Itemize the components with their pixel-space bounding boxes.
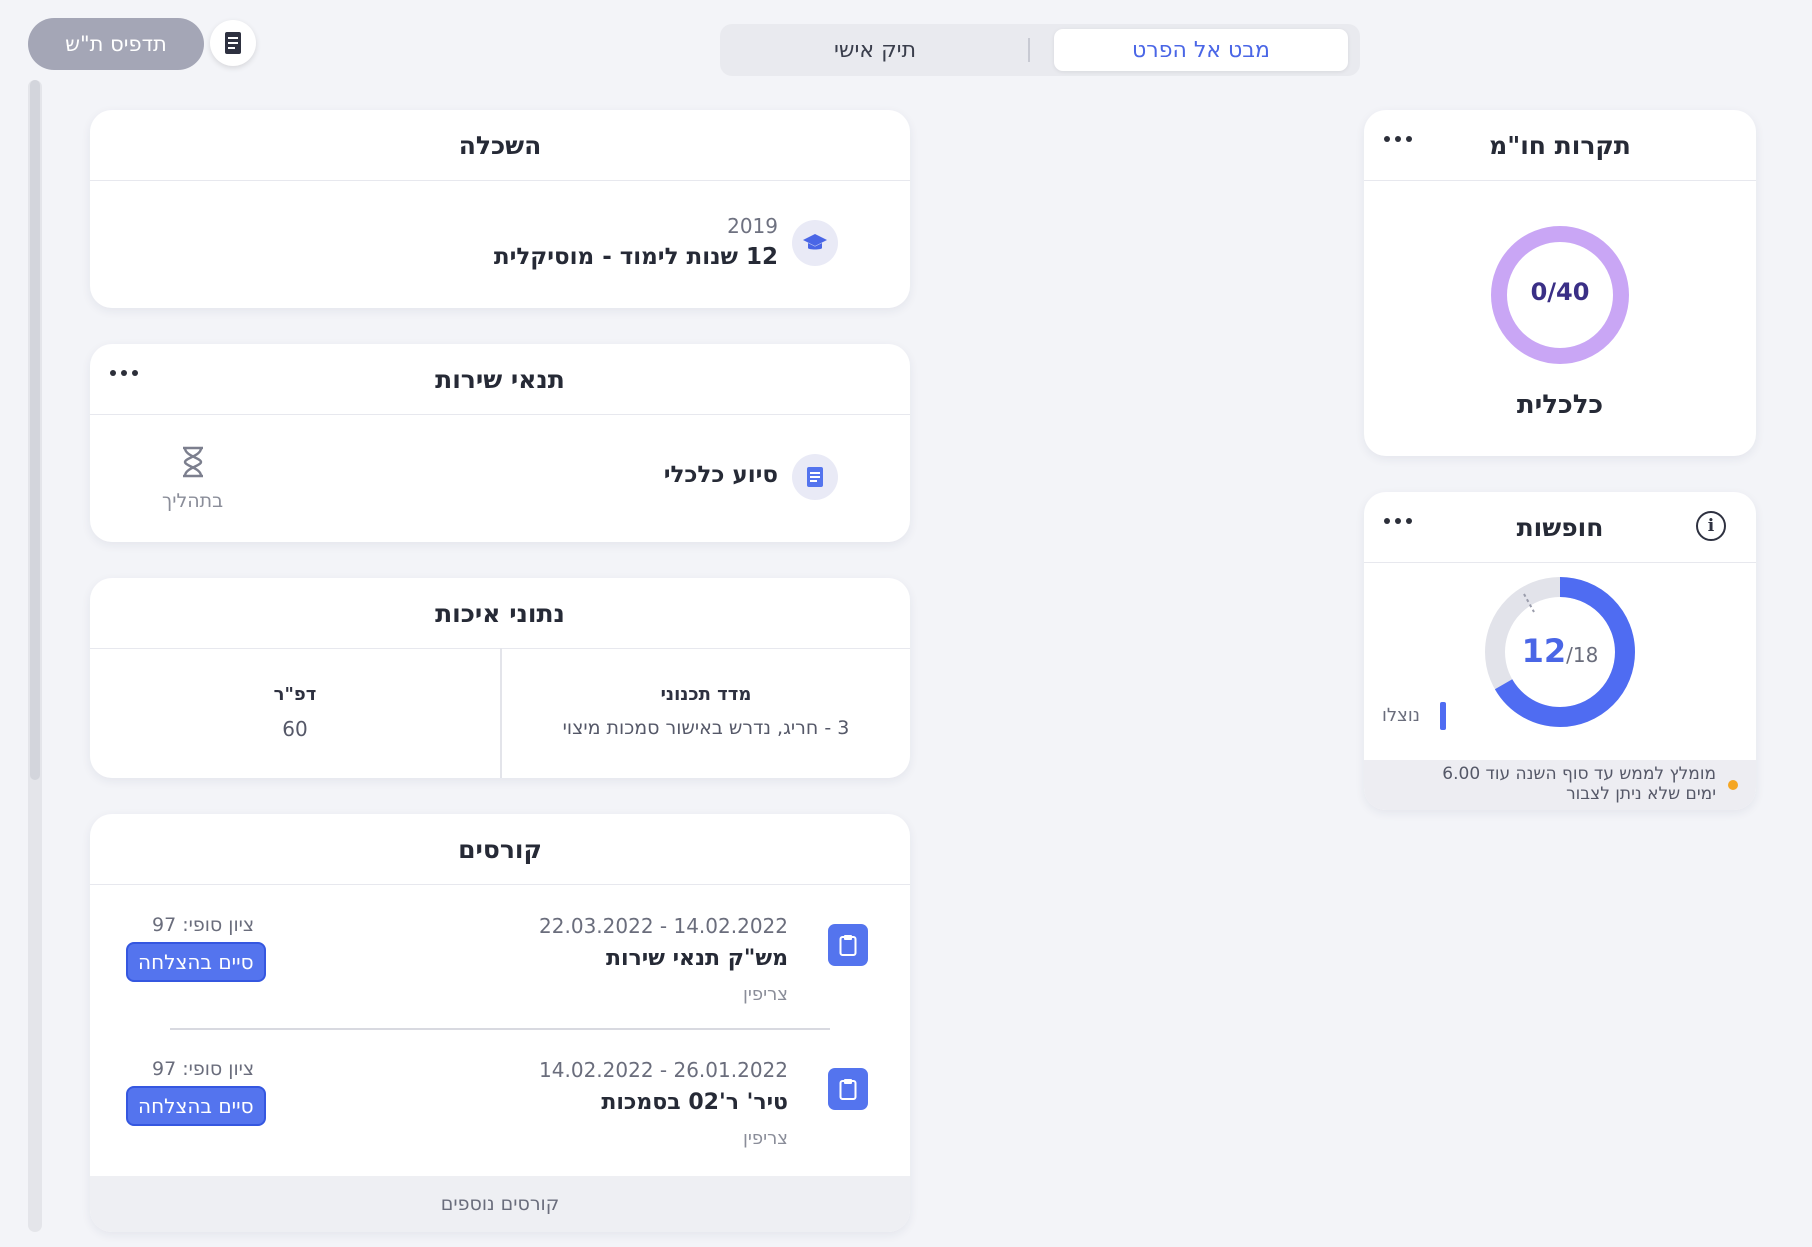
- courses-header: קורסים: [90, 814, 910, 885]
- vacation-legend-label: נוצלו: [1382, 705, 1420, 726]
- quota-label: כלכלית: [1516, 390, 1604, 420]
- graduation-cap-icon: [803, 234, 827, 250]
- more-courses-label: קורסים נוספים: [440, 1193, 560, 1215]
- service-conditions-card: תנאי שירות סיוע כלכלי בתהליך: [90, 344, 910, 542]
- quality-data-title: נתוני איכות: [435, 598, 565, 628]
- course-grade: ציון סופי: 97: [152, 1058, 255, 1080]
- quota-value: 0/40: [1530, 278, 1590, 306]
- clipboard-icon: [839, 935, 857, 956]
- vacations-card: חופשות i 12/18 נוצלו מומלץ לממש עד סוף ה…: [1364, 492, 1756, 810]
- course-dates: 26.01.2022 - 14.02.2022: [539, 1058, 788, 1082]
- vacation-footnote-line1: מומלץ לממש עד סוף השנה עוד 6.00: [1442, 764, 1716, 784]
- education-title: השכלה: [458, 130, 542, 160]
- courses-card: קורסים 14.02.2022 - 22.03.2022 מש"ק תנאי…: [90, 814, 910, 1232]
- service-conditions-title: תנאי שירות: [435, 364, 565, 394]
- courses-title: קורסים: [458, 834, 542, 864]
- quality-data-header: נתוני איכות: [90, 578, 910, 649]
- more-options-button[interactable]: [1384, 136, 1412, 142]
- document-icon-button[interactable]: [210, 20, 256, 66]
- course-name: טיר' ר'02 בסמכות: [601, 1090, 788, 1115]
- course-grade: ציון סופי: 97: [152, 914, 255, 936]
- planning-index-value: 3 - חריג, נדרש באישור סמכות מיצוי: [562, 717, 850, 739]
- vacation-used-value: 12: [1521, 632, 1567, 670]
- warning-dot-icon: [1728, 780, 1738, 790]
- education-card-header: השכלה: [90, 110, 910, 181]
- course-location: צריפין: [742, 984, 788, 1005]
- education-year: 2019: [727, 214, 778, 238]
- dapar-label: דפ"ר: [273, 684, 317, 705]
- more-options-button[interactable]: [110, 370, 138, 376]
- service-item-label: סיוע כלכלי: [663, 462, 778, 488]
- more-courses-button[interactable]: קורסים נוספים: [90, 1176, 910, 1232]
- course-item[interactable]: 26.01.2022 - 14.02.2022 טיר' ר'02 בסמכות…: [90, 1030, 910, 1170]
- vacation-legend-bar: [1440, 702, 1446, 730]
- course-item[interactable]: 14.02.2022 - 22.03.2022 מש"ק תנאי שירות …: [90, 884, 910, 1024]
- view-tabs: תיק אישי מבט אל הפרט: [720, 24, 1360, 76]
- quality-column-planning: מדד תכנוני 3 - חריג, נדרש באישור סמכות מ…: [502, 684, 910, 739]
- document-icon: [807, 467, 823, 487]
- vacation-footnote: מומלץ לממש עד סוף השנה עוד 6.00 ימים שלא…: [1364, 760, 1756, 810]
- tab-individual-view[interactable]: מבט אל הפרט: [1054, 29, 1348, 71]
- quotas-title: תקרות חו"מ: [1489, 130, 1631, 160]
- vacations-title: חופשות: [1516, 512, 1604, 542]
- service-status-label: בתהליך: [162, 490, 224, 512]
- tab-divider: [1028, 38, 1030, 62]
- quotas-header: תקרות חו"מ: [1364, 110, 1756, 181]
- vacations-header: חופשות i: [1364, 492, 1756, 563]
- scrollbar-thumb[interactable]: [30, 80, 40, 780]
- tab-individual-view-label: מבט אל הפרט: [1132, 37, 1270, 63]
- course-location: צריפין: [742, 1128, 788, 1149]
- clipboard-icon-wrap: [828, 1068, 868, 1110]
- course-dates: 14.02.2022 - 22.03.2022: [539, 914, 788, 938]
- vacation-total-value: /18: [1566, 643, 1599, 667]
- info-icon: i: [1707, 516, 1715, 536]
- planning-index-label: מדד תכנוני: [660, 684, 752, 705]
- quality-column-dapar: דפ"ר 60: [90, 684, 500, 741]
- print-report-button[interactable]: תדפיס ת"ש: [28, 18, 204, 70]
- service-conditions-header: תנאי שירות: [90, 344, 910, 415]
- education-icon-wrap: [792, 220, 838, 266]
- education-card: השכלה 2019 12 שנות לימוד - מוסיקלית: [90, 110, 910, 308]
- quotas-card: תקרות חו"מ 0/40 כלכלית: [1364, 110, 1756, 456]
- tab-personal-file[interactable]: תיק אישי: [720, 24, 1030, 76]
- scrollbar-track[interactable]: [28, 80, 42, 1232]
- vacation-value: 12/18: [1480, 632, 1640, 670]
- tab-personal-file-label: תיק אישי: [833, 37, 917, 63]
- document-icon: [225, 32, 241, 54]
- course-status-badge: סיים בהצלחה: [126, 1086, 266, 1126]
- clipboard-icon: [839, 1079, 857, 1100]
- clipboard-icon-wrap: [828, 924, 868, 966]
- service-item-icon-wrap: [792, 454, 838, 500]
- quality-data-card: נתוני איכות מדד תכנוני 3 - חריג, נדרש בא…: [90, 578, 910, 778]
- hourglass-icon: [183, 446, 203, 478]
- info-icon-button[interactable]: i: [1696, 511, 1726, 541]
- print-report-label: תדפיס ת"ש: [65, 32, 167, 56]
- course-status-badge: סיים בהצלחה: [126, 942, 266, 982]
- vacation-footnote-line2: ימים שלא ניתן לצבור: [1566, 784, 1716, 804]
- dapar-value: 60: [282, 717, 308, 741]
- course-name: מש"ק תנאי שירות: [605, 946, 788, 971]
- education-description: 12 שנות לימוד - מוסיקלית: [493, 244, 778, 270]
- more-options-button[interactable]: [1384, 518, 1412, 524]
